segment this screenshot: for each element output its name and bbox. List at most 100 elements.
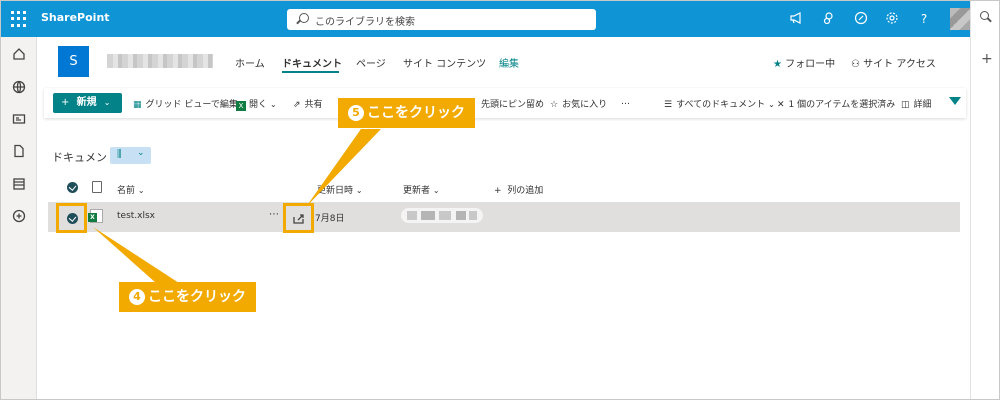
chevron-down-icon: ⌄ <box>103 98 111 107</box>
follow-label: フォロー中 <box>785 59 836 70</box>
modified-date: 7月8日 <box>315 214 345 224</box>
suite-header: SharePoint このライブラリを検索 ? <box>1 1 970 37</box>
details-label: 詳細 <box>913 100 932 110</box>
column-modified-by[interactable]: 更新者 ⌄ <box>403 183 440 196</box>
search-icon <box>299 13 309 23</box>
site-access-label: サイト アクセス <box>863 59 936 70</box>
more-actions-icon[interactable]: ⋯ <box>269 209 279 220</box>
file-name-link[interactable]: test.xlsx <box>117 211 155 221</box>
chevron-down-icon: ⌄ <box>355 186 363 195</box>
search-placeholder: このライブラリを検索 <box>315 17 415 28</box>
grid-edit-button[interactable]: ▦ グリッド ビューで編集 <box>133 97 238 110</box>
share-icon: ⇗ <box>293 100 301 110</box>
document-icon[interactable] <box>12 143 26 158</box>
right-pane: + <box>970 1 999 399</box>
people-icon: ⚇ <box>851 59 860 70</box>
home-icon[interactable] <box>12 46 26 60</box>
step-4-number: 4 <box>129 289 145 305</box>
chevron-down-icon: ⌄ <box>768 100 775 109</box>
table-row[interactable] <box>48 202 960 232</box>
add-column-label: 列の追加 <box>507 186 544 196</box>
column-name[interactable]: 名前 ⌄ <box>117 183 145 196</box>
column-modified-by-label: 更新者 <box>403 186 431 196</box>
plus-icon: + <box>61 97 70 108</box>
share-label: 共有 <box>304 100 323 110</box>
share-command-button[interactable]: ⇗ 共有 <box>293 97 323 110</box>
add-column-button[interactable]: + 列の追加 <box>494 183 543 196</box>
globe-icon[interactable] <box>12 79 26 94</box>
sharepoint-app-icon[interactable] <box>821 11 837 27</box>
search-icon[interactable] <box>980 11 989 20</box>
row-checkbox-highlight[interactable] <box>56 203 87 233</box>
select-all-checkbox[interactable] <box>67 182 78 193</box>
row-share-button[interactable] <box>283 203 314 233</box>
open-label: 開く <box>249 100 268 110</box>
avatar[interactable] <box>950 8 970 30</box>
grid-icon: ▦ <box>133 100 142 110</box>
copilot-icon[interactable] <box>853 11 869 27</box>
step-5-number: 5 <box>348 105 364 121</box>
star-icon: ★ <box>773 59 782 70</box>
step-4-text: ここをクリック <box>148 289 246 305</box>
favorite-label: お気に入り <box>562 100 608 110</box>
nav-active-indicator <box>282 71 339 73</box>
share-icon <box>293 214 304 224</box>
nav-site-contents[interactable]: サイト コンテンツ <box>403 55 486 70</box>
column-modified-label: 更新日時 <box>317 186 354 196</box>
excel-file-icon: X <box>88 209 103 223</box>
nav-documents[interactable]: ドキュメント <box>282 55 342 70</box>
follow-button[interactable]: ★ フォロー中 <box>773 55 835 70</box>
nav-edit[interactable]: 編集 <box>499 55 519 70</box>
lines-icon: ☰ <box>664 100 673 110</box>
clear-selection-button[interactable]: ✕ 1 個のアイテムを選択済み <box>777 97 895 110</box>
callout-step-5: 5 ここをクリック <box>338 98 475 128</box>
callout-step-4: 4 ここをクリック <box>119 282 256 312</box>
view-label: すべてのドキュメント <box>676 100 766 110</box>
site-access-button[interactable]: ⚇ サイト アクセス <box>851 55 936 70</box>
column-modified[interactable]: 更新日時 ⌄ <box>317 183 363 196</box>
chevron-down-icon: ⌄ <box>432 186 440 195</box>
grid-edit-label: グリッド ビューで編集 <box>145 100 238 110</box>
site-logo[interactable]: S <box>58 46 89 77</box>
site-name-blurred[interactable] <box>107 54 213 68</box>
file-type-icon <box>92 181 102 193</box>
megaphone-icon[interactable] <box>788 11 804 27</box>
new-label: 新規 <box>76 97 97 108</box>
add-circle-icon[interactable] <box>12 208 26 223</box>
search-box[interactable]: このライブラリを検索 <box>287 9 596 30</box>
column-name-label: 名前 <box>117 186 136 196</box>
left-rail <box>1 37 37 399</box>
news-icon[interactable] <box>12 111 26 125</box>
close-icon: ✕ <box>777 100 785 110</box>
details-button[interactable]: ◫ 詳細 <box>901 97 932 110</box>
command-bar: + 新規 ⌄ ▦ グリッド ビューで編集 X 開く ⌄ ⇗ 共有 先頭にピン留め ☆ お気… <box>44 88 966 118</box>
plus-icon: + <box>494 186 502 196</box>
pin-top-button[interactable]: 先頭にピン留め <box>481 97 544 110</box>
modified-by-blurred <box>401 208 483 223</box>
row-checkbox[interactable] <box>67 213 78 224</box>
view-options-button[interactable]: ⫼ ⌄ <box>110 147 151 164</box>
nav-pages[interactable]: ページ <box>356 55 386 70</box>
help-icon[interactable]: ? <box>916 11 932 27</box>
library-icon: ⫼ <box>117 149 122 160</box>
sharepoint-window: SharePoint このライブラリを検索 ? + S ホーム ドキュメント ペ… <box>0 0 1000 400</box>
step-5-text: ここをクリック <box>367 105 465 121</box>
app-launcher-icon[interactable] <box>11 11 27 27</box>
app-brand[interactable]: SharePoint <box>41 11 110 24</box>
gear-icon[interactable] <box>884 11 900 27</box>
view-switcher[interactable]: ☰ すべてのドキュメント ⌄ <box>664 97 775 110</box>
callout-4-pointer <box>93 227 179 283</box>
chevron-down-icon: ⌄ <box>137 186 145 195</box>
star-outline-icon: ☆ <box>550 100 559 110</box>
nav-home[interactable]: ホーム <box>235 55 265 70</box>
open-button[interactable]: X 開く ⌄ <box>236 97 277 111</box>
list-icon[interactable] <box>12 176 26 190</box>
more-commands-button[interactable]: … <box>621 97 630 107</box>
filter-icon[interactable] <box>949 97 961 105</box>
favorite-button[interactable]: ☆ お気に入り <box>550 97 607 110</box>
excel-icon: X <box>236 101 246 111</box>
pin-top-label: 先頭にピン留め <box>481 100 545 110</box>
selected-count: 1 個のアイテムを選択済み <box>788 100 896 110</box>
add-icon[interactable]: + <box>981 51 993 67</box>
new-button[interactable]: + 新規 ⌄ <box>53 93 122 113</box>
